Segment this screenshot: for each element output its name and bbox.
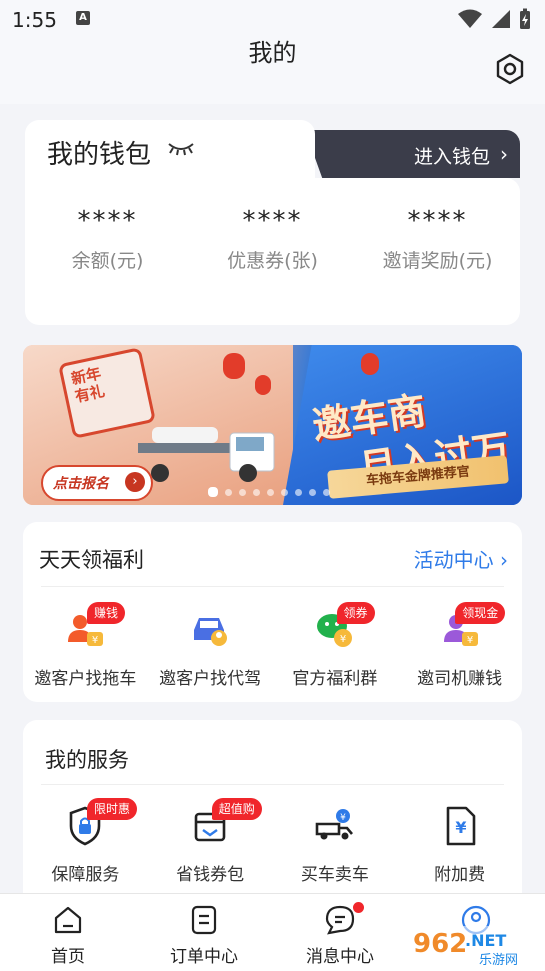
service-item-coupon-pack[interactable]: 超值购 省钱券包: [148, 798, 273, 885]
carousel-dot[interactable]: [281, 488, 288, 496]
car-person-icon: [194, 618, 228, 646]
service-label: 保障服务: [51, 865, 120, 885]
carousel-dot[interactable]: [309, 488, 316, 496]
divider: [41, 586, 504, 587]
balance-value: ****: [77, 206, 138, 236]
service-label: 省钱券包: [176, 865, 245, 885]
settings-icon[interactable]: [493, 52, 527, 86]
nav-orders[interactable]: 订单中心: [154, 904, 254, 967]
svg-text:乐游网: 乐游网: [479, 953, 518, 968]
badge: 领券: [336, 602, 375, 624]
section-title: 天天领福利: [39, 548, 144, 572]
signup-button[interactable]: 点击报名 ›: [41, 465, 153, 501]
system-icons: [457, 8, 531, 30]
wallet-stat-coupons[interactable]: **** 优惠券(张): [190, 206, 355, 273]
unread-dot: [353, 902, 364, 913]
badge: 超值购: [211, 798, 262, 820]
nav-label: 消息中心: [306, 947, 374, 967]
benefit-label: 官方福利群: [292, 669, 378, 689]
wifi-icon: [458, 9, 482, 28]
carousel-dot[interactable]: [323, 488, 330, 496]
signal-icon: [492, 10, 510, 28]
benefit-item-welfare-group[interactable]: ¥ 领券 官方福利群: [273, 602, 398, 689]
svg-text:¥: ¥: [340, 634, 346, 645]
nav-messages[interactable]: 消息中心: [290, 902, 390, 967]
carousel-dot[interactable]: [208, 487, 218, 497]
yuan-document-icon: ¥: [446, 806, 475, 846]
signup-label: 点击报名: [53, 476, 109, 492]
top-bar: 我的: [0, 40, 545, 104]
arrow-right-icon: ›: [125, 472, 145, 492]
benefit-label: 邀客户找代驾: [159, 669, 262, 689]
order-list-icon: [191, 905, 217, 935]
rewards-label: 邀请奖励(元): [382, 250, 493, 272]
wallet-card: 进入钱包 › 我的钱包 **** 余额(元) **** 优惠券(张) **** …: [25, 120, 520, 325]
carousel-dot[interactable]: [295, 488, 302, 496]
carousel-dots: [208, 487, 330, 497]
nav-label: 首页: [51, 947, 85, 967]
service-item-buy-sell-car[interactable]: ¥ 买车卖车: [273, 804, 398, 885]
svg-text:¥: ¥: [340, 813, 346, 823]
badge: 领现金: [455, 602, 506, 624]
wallet-stats: **** 余额(元) **** 优惠券(张) **** 邀请奖励(元): [25, 178, 520, 325]
wallet-stat-rewards[interactable]: **** 邀请奖励(元): [355, 206, 520, 273]
status-time: 1:55: [12, 8, 57, 32]
coupons-value: ****: [242, 206, 303, 236]
promo-banner[interactable]: 新年 有礼 邀车商 月入过万 车拖车金牌推荐官 点击报名 ›: [23, 345, 522, 505]
benefit-grid: ¥ 赚钱 邀客户找拖车 邀客户找代驾 ¥ 领券 官方福利群 ¥ 领现金 邀司机赚…: [23, 602, 522, 689]
lantern-icon: [223, 353, 245, 379]
service-item-protection[interactable]: 限时惠 保障服务: [23, 798, 148, 885]
svg-text:¥: ¥: [92, 635, 98, 646]
carousel-dot[interactable]: [253, 488, 260, 496]
badge: 赚钱: [87, 602, 126, 624]
svg-text:¥: ¥: [455, 818, 466, 837]
benefit-label: 邀客户找拖车: [34, 669, 137, 689]
svg-text:.NET: .NET: [465, 931, 506, 950]
lantern-icon: [255, 375, 271, 395]
svg-text:¥: ¥: [466, 635, 472, 646]
carousel-dot[interactable]: [225, 488, 232, 496]
activity-center-link[interactable]: 活动中心 ›: [414, 544, 508, 573]
lantern-icon: [361, 353, 379, 375]
enter-wallet-label: 进入钱包: [413, 146, 490, 168]
enter-wallet-button[interactable]: 进入钱包 ›: [305, 130, 520, 178]
balance-label: 余额(元): [71, 250, 144, 272]
daily-benefits-card: 天天领福利 活动中心 › ¥ 赚钱 邀客户找拖车 邀客户找代驾 ¥ 领券 官方福…: [23, 522, 522, 702]
coupons-label: 优惠券(张): [227, 250, 318, 272]
wallet-stat-balance[interactable]: **** 余额(元): [25, 206, 190, 273]
section-title: 我的服务: [45, 748, 129, 772]
chat-bubble-icon: [325, 905, 355, 935]
site-watermark: 962 .NET 乐游网: [409, 926, 539, 968]
benefit-item-invite-tow[interactable]: ¥ 赚钱 邀客户找拖车: [23, 602, 148, 689]
services-card: 我的服务 限时惠 保障服务 超值购 省钱券包 ¥ 买车卖车 ¥ 附加费: [23, 720, 522, 910]
truck-yuan-icon: ¥: [315, 809, 353, 840]
eye-closed-icon[interactable]: [167, 140, 195, 158]
wallet-title: 我的钱包: [47, 140, 152, 170]
nav-home[interactable]: 首页: [18, 904, 118, 967]
service-label: 买车卖车: [300, 865, 369, 885]
benefit-item-invite-driver[interactable]: ¥ 领现金 邀司机赚钱: [397, 602, 522, 689]
tow-truck-illustration: [138, 427, 275, 482]
notification-icon: A: [76, 11, 90, 25]
battery-icon: [520, 8, 530, 29]
wallet-header: 我的钱包: [25, 120, 315, 180]
nav-label: 订单中心: [170, 947, 238, 967]
home-icon: [54, 906, 82, 934]
carousel-dot[interactable]: [267, 488, 274, 496]
service-label: 附加费: [434, 865, 486, 885]
badge: 限时惠: [87, 798, 138, 820]
divider: [41, 784, 504, 785]
benefit-label: 邀司机赚钱: [417, 669, 503, 689]
chevron-right-icon: ›: [500, 142, 508, 166]
carousel-dot[interactable]: [239, 488, 246, 496]
rewards-value: ****: [407, 206, 468, 236]
page-title: 我的: [248, 39, 297, 67]
service-grid: 限时惠 保障服务 超值购 省钱券包 ¥ 买车卖车 ¥ 附加费: [23, 798, 522, 885]
service-item-surcharge[interactable]: ¥ 附加费: [397, 804, 522, 885]
svg-text:962: 962: [413, 929, 467, 959]
status-bar: 1:55 A: [0, 0, 545, 40]
benefit-item-invite-driver-service[interactable]: 邀客户找代驾: [148, 608, 273, 689]
